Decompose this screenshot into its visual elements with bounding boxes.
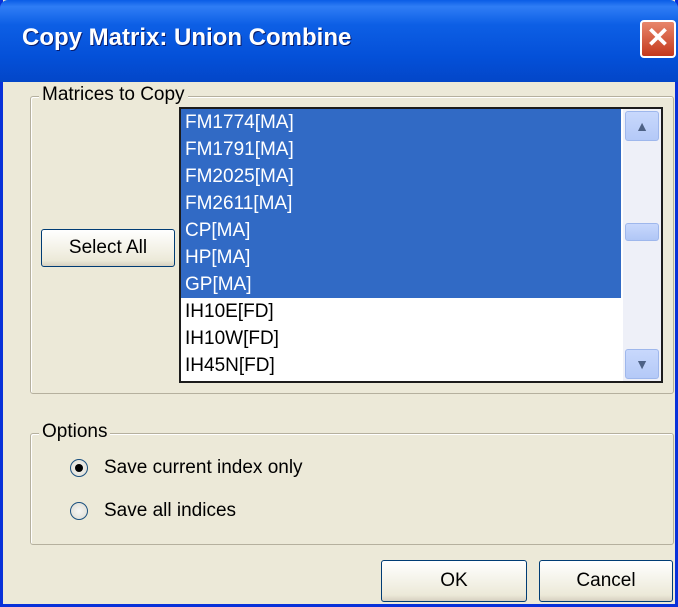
radio-dot (75, 464, 83, 472)
list-item[interactable]: IH10E[FD] (181, 298, 621, 325)
chevron-down-icon: ▼ (635, 356, 649, 372)
list-item[interactable]: FM2611[MA] (181, 190, 621, 217)
cancel-label: Cancel (576, 570, 636, 591)
dialog-window: Copy Matrix: Union Combine ✕ Matrices to… (0, 0, 678, 607)
ok-button[interactable]: OK (381, 560, 527, 602)
list-item[interactable]: GP[MA] (181, 271, 621, 298)
radio-label: Save current index only (104, 457, 303, 478)
select-all-button[interactable]: Select All (41, 229, 175, 267)
scroll-down-button[interactable]: ▼ (625, 349, 659, 379)
scroll-up-button[interactable]: ▲ (625, 111, 659, 141)
list-item[interactable]: FM2025[MA] (181, 163, 621, 190)
matrices-list-items: FM1774[MA] FM1791[MA] FM2025[MA] FM2611[MA]… (181, 109, 661, 379)
list-item[interactable]: HP[MA] (181, 244, 621, 271)
radio-all-indices[interactable]: Save all indices (70, 500, 236, 522)
list-item[interactable]: FM1791[MA] (181, 136, 621, 163)
radio-current-index[interactable]: Save current index only (70, 457, 303, 479)
close-icon: ✕ (646, 22, 670, 53)
vertical-scrollbar[interactable]: ▲ ▼ (623, 109, 661, 381)
options-legend: Options (39, 421, 111, 443)
cancel-button[interactable]: Cancel (539, 560, 673, 602)
radio-label: Save all indices (104, 500, 237, 521)
radio-button-icon[interactable] (70, 459, 88, 477)
matrices-listbox[interactable]: FM1774[MA] FM1791[MA] FM2025[MA] FM2611[MA]… (179, 107, 663, 383)
close-button[interactable]: ✕ (640, 20, 676, 58)
title-bar[interactable]: Copy Matrix: Union Combine ✕ (0, 0, 678, 82)
radio-button-icon[interactable] (70, 502, 88, 520)
window-title: Copy Matrix: Union Combine (22, 24, 352, 51)
list-item[interactable]: FM1774[MA] (181, 109, 621, 136)
matrices-legend: Matrices to Copy (39, 84, 188, 106)
list-item[interactable]: IH45N[FD] (181, 352, 621, 379)
list-item[interactable]: CP[MA] (181, 217, 621, 244)
ok-label: OK (440, 570, 468, 591)
options-group: Options (30, 421, 674, 545)
scroll-thumb[interactable] (625, 223, 659, 241)
select-all-label: Select All (68, 237, 148, 258)
chevron-up-icon: ▲ (635, 118, 649, 134)
list-item[interactable]: IH10W[FD] (181, 325, 621, 352)
